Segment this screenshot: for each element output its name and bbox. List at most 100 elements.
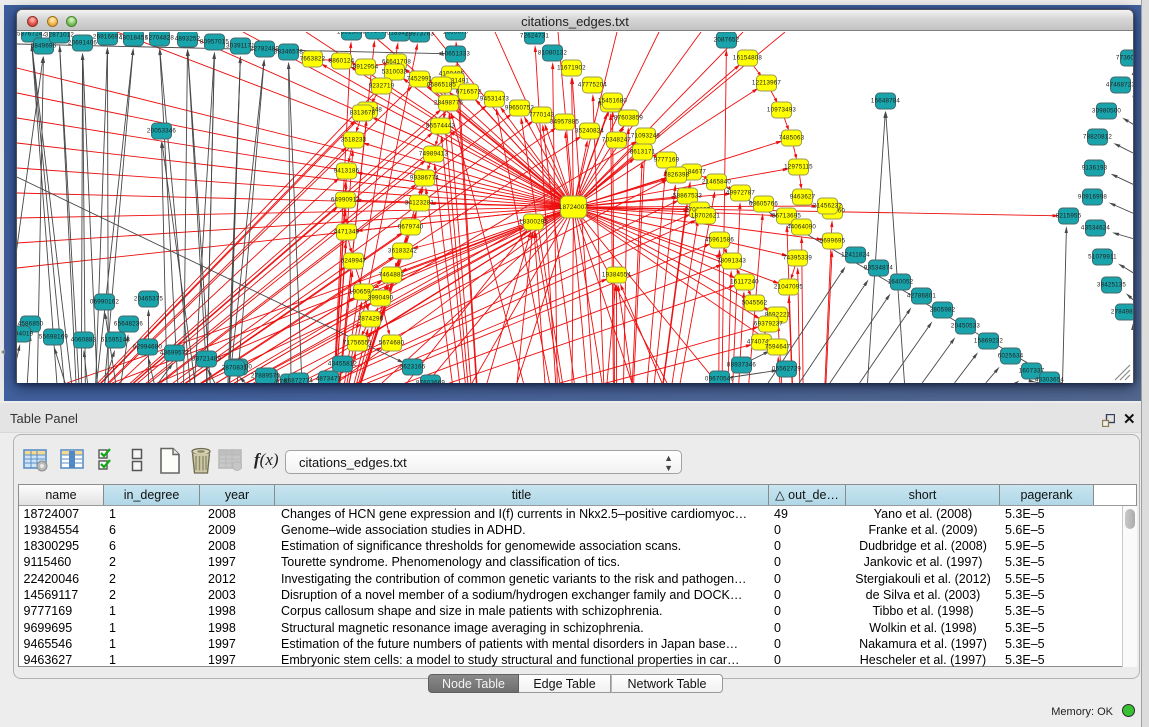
svg-text:87603669: 87603669 (416, 380, 445, 384)
svg-text:43699577: 43699577 (160, 350, 189, 357)
svg-text:78820812: 78820812 (1083, 134, 1112, 141)
svg-text:20691406: 20691406 (68, 40, 97, 47)
svg-text:51079911: 51079911 (1088, 254, 1117, 261)
svg-text:2805982: 2805982 (930, 307, 956, 314)
svg-text:9413186: 9413186 (334, 168, 360, 175)
svg-text:05865185: 05865185 (427, 82, 456, 89)
svg-text:36713695: 36713695 (772, 213, 801, 220)
svg-text:12411824: 12411824 (841, 252, 870, 259)
svg-text:27849808: 27849808 (1111, 309, 1133, 316)
svg-text:99650752: 99650752 (505, 105, 534, 112)
svg-text:49972787: 49972787 (726, 190, 755, 197)
svg-text:36183242: 36183242 (388, 248, 417, 255)
svg-text:06562729: 06562729 (772, 366, 801, 373)
svg-text:18300295: 18300295 (519, 219, 548, 226)
svg-text:43534624: 43534624 (1081, 225, 1110, 232)
svg-text:8613171: 8613171 (630, 149, 656, 156)
svg-text:0679740: 0679740 (398, 224, 424, 231)
svg-text:58867533: 58867533 (673, 193, 702, 200)
svg-text:16117240: 16117240 (730, 279, 759, 286)
svg-text:7874296: 7874296 (358, 316, 384, 323)
svg-text:77360260: 77360260 (1116, 55, 1133, 62)
svg-text:20053346: 20053346 (147, 128, 176, 135)
svg-text:93534874: 93534874 (864, 265, 893, 272)
svg-text:12213967: 12213967 (752, 80, 781, 87)
svg-text:94531473: 94531473 (480, 96, 509, 103)
svg-text:2087652: 2087652 (714, 37, 740, 44)
svg-text:44064090: 44064090 (787, 224, 816, 231)
svg-text:9136193: 9136193 (1082, 165, 1108, 172)
svg-text:74989413: 74989413 (419, 151, 448, 158)
svg-text:18702621: 18702621 (691, 213, 720, 220)
svg-text:15451680: 15451680 (598, 98, 627, 105)
svg-text:35240824: 35240824 (575, 128, 604, 135)
svg-text:2870831: 2870831 (222, 365, 248, 372)
svg-text:8912954: 8912954 (353, 64, 379, 71)
svg-text:62994680: 62994680 (133, 344, 162, 351)
svg-text:7485063: 7485063 (779, 135, 805, 142)
svg-text:6025634: 6025634 (998, 353, 1024, 360)
svg-text:20465375: 20465375 (134, 296, 163, 303)
svg-text:64990913: 64990913 (331, 197, 360, 204)
svg-text:88937346: 88937346 (727, 362, 756, 369)
svg-text:32871012: 32871012 (45, 32, 74, 39)
svg-text:7594647: 7594647 (765, 344, 791, 351)
svg-text:9699695: 9699695 (820, 238, 846, 245)
svg-text:80957015: 80957015 (200, 39, 229, 46)
svg-text:5674680: 5674680 (379, 340, 405, 347)
svg-text:4471349: 4471349 (334, 229, 360, 236)
svg-text:10973493: 10973493 (767, 107, 796, 114)
svg-text:3518233: 3518233 (341, 137, 367, 144)
svg-text:21047095: 21047095 (774, 284, 803, 291)
svg-text:30980500: 30980500 (1092, 108, 1121, 115)
svg-text:43303654: 43303654 (1035, 377, 1064, 384)
svg-text:3990490: 3990490 (368, 295, 394, 302)
svg-text:81080132: 81080132 (538, 50, 567, 57)
svg-text:72624731: 72624731 (520, 33, 549, 40)
svg-text:1656670: 1656670 (443, 32, 469, 36)
svg-text:06990162: 06990162 (90, 299, 119, 306)
svg-text:69379237: 69379237 (754, 321, 783, 328)
svg-text:45961586: 45961586 (705, 237, 734, 244)
svg-text:10651333: 10651333 (441, 51, 470, 58)
svg-text:34123281: 34123281 (405, 200, 434, 207)
svg-text:38346578: 38346578 (274, 49, 303, 56)
svg-text:47468723: 47468723 (1106, 82, 1133, 89)
svg-text:4060883: 4060883 (71, 337, 97, 344)
svg-text:38425135: 38425135 (1097, 282, 1126, 289)
svg-text:78091343: 78091343 (717, 258, 746, 265)
svg-text:65648236: 65648236 (114, 321, 143, 328)
svg-text:28498776: 28498776 (434, 100, 463, 107)
svg-text:61595148: 61595148 (101, 337, 130, 344)
svg-text:9301031: 9301031 (363, 32, 389, 35)
svg-text:47775204: 47775204 (578, 82, 607, 89)
svg-text:38721489: 38721489 (192, 356, 221, 363)
svg-text:09670546: 09670546 (705, 376, 734, 383)
svg-text:42786801: 42786801 (907, 293, 936, 300)
svg-text:86872774: 86872774 (284, 378, 313, 384)
svg-text:87603859: 87603859 (614, 115, 643, 122)
svg-text:20450533: 20450533 (951, 323, 980, 330)
svg-text:4294019: 4294019 (17, 331, 34, 338)
svg-text:62704828: 62704828 (145, 35, 174, 42)
svg-text:7663822: 7663822 (300, 56, 326, 63)
svg-text:9860124: 9860124 (329, 58, 355, 65)
svg-text:9463627: 9463627 (790, 194, 816, 201)
svg-text:63605766: 63605766 (749, 201, 778, 208)
svg-text:4873471: 4873471 (316, 376, 342, 383)
svg-text:5045562: 5045562 (742, 300, 768, 307)
svg-text:15869232: 15869232 (974, 338, 1003, 345)
svg-text:8849696: 8849696 (31, 43, 57, 50)
svg-text:74395339: 74395339 (783, 255, 812, 262)
svg-text:53767242: 53767242 (17, 32, 46, 38)
svg-text:9232719: 9232719 (369, 83, 395, 90)
svg-text:6716572: 6716572 (456, 89, 482, 96)
svg-text:3623166: 3623166 (400, 364, 426, 371)
svg-text:16648784: 16648784 (871, 98, 900, 105)
svg-text:21456232: 21456232 (813, 203, 842, 210)
svg-text:7464887: 7464887 (379, 272, 405, 279)
svg-text:0249947: 0249947 (341, 258, 367, 265)
svg-text:70348247: 70348247 (602, 137, 631, 144)
svg-text:1640052: 1640052 (888, 279, 914, 286)
svg-text:8215955: 8215955 (1056, 213, 1082, 220)
